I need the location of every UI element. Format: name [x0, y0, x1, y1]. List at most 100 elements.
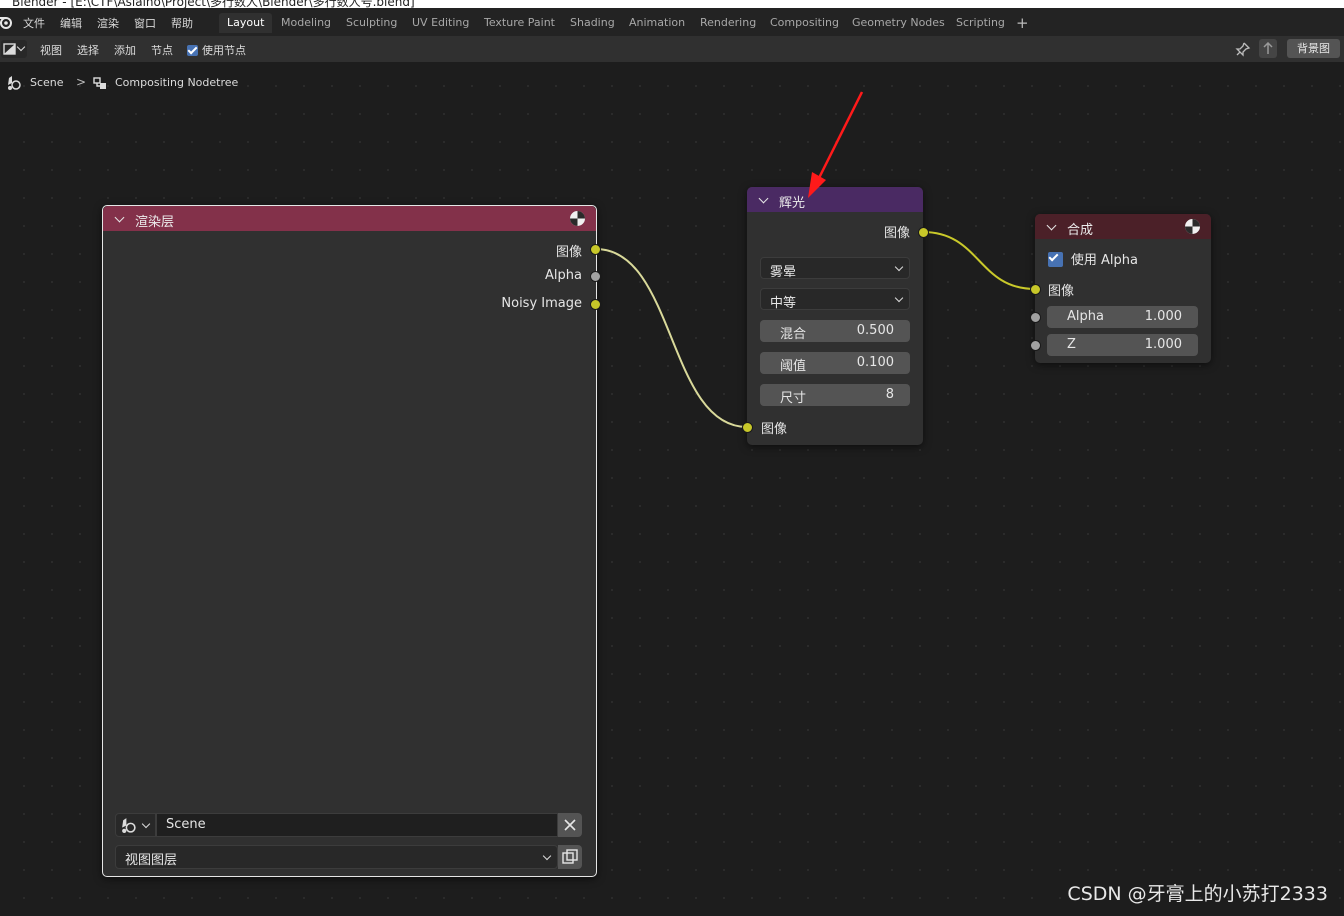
scene-selector[interactable]: Scene [115, 813, 582, 837]
use-nodes-toggle[interactable]: 使用节点 [187, 42, 246, 58]
threshold-label: 阈值 [780, 359, 807, 374]
collapse-icon[interactable] [1046, 220, 1057, 231]
tab-shading[interactable]: Shading [562, 13, 623, 33]
menu-select[interactable]: 选择 [77, 42, 99, 58]
input-image-label: 图像 [761, 422, 788, 437]
socket-glare-output-image[interactable] [918, 227, 929, 238]
z-label: Z [1067, 337, 1076, 352]
node-title: 渲染层 [135, 215, 175, 230]
node-glare[interactable]: 辉光 图像 雾晕 中等 混合 0.500 阈值 0.100 尺寸 8 图像 [747, 187, 923, 445]
tab-animation[interactable]: Animation [621, 13, 693, 33]
glare-type-value: 雾晕 [770, 265, 797, 280]
menu-help[interactable]: 帮助 [171, 15, 193, 31]
use-alpha-toggle[interactable]: 使用 Alpha [1048, 249, 1138, 268]
watermark: CSDN @牙膏上的小苏打2333 [1067, 883, 1328, 905]
menu-render[interactable]: 渲染 [97, 15, 119, 31]
node-header[interactable]: 渲染层 [103, 206, 596, 231]
render-layers-icon [562, 849, 578, 864]
chevron-down-icon [894, 293, 904, 303]
backdrop-button[interactable]: 背景图 [1287, 39, 1340, 58]
tab-sculpting[interactable]: Sculpting [338, 13, 405, 33]
tab-uv-editing[interactable]: UV Editing [404, 13, 477, 33]
tab-modeling[interactable]: Modeling [273, 13, 339, 33]
socket-composite-z[interactable] [1030, 340, 1041, 351]
output-image-label: 图像 [883, 226, 910, 241]
chevron-down-icon [16, 42, 26, 52]
socket-glare-input-image[interactable] [742, 422, 753, 433]
render-icon[interactable] [1184, 218, 1201, 235]
collapse-icon[interactable] [758, 193, 769, 204]
tab-geometry-nodes[interactable]: Geometry Nodes [844, 13, 953, 33]
glare-type-dropdown[interactable]: 雾晕 [760, 257, 910, 280]
node-header[interactable]: 合成 [1035, 214, 1211, 239]
tab-layout[interactable]: Layout [219, 13, 273, 33]
size-label: 尺寸 [780, 391, 807, 406]
menu-add[interactable]: 添加 [114, 42, 136, 58]
node-editor-icon [3, 43, 16, 55]
breadcrumb-nodetree: Compositing Nodetree [115, 76, 239, 89]
chevron-down-icon [141, 819, 151, 829]
menu-view[interactable]: 视图 [40, 42, 62, 58]
scene-icon [8, 76, 21, 90]
parent-nodetree-button[interactable] [1259, 39, 1277, 58]
nodetree-icon [93, 77, 106, 89]
socket-render-image[interactable] [590, 244, 601, 255]
socket-composite-alpha[interactable] [1030, 312, 1041, 323]
output-alpha-label: Alpha [545, 268, 582, 283]
output-noisy-image-label: Noisy Image [501, 296, 582, 311]
chevron-down-icon [542, 851, 552, 861]
arrow-up-icon [1263, 42, 1273, 54]
top-bar: 文件 编辑 渲染 窗口 帮助 Layout Modeling Sculpting… [0, 8, 1344, 36]
node-header[interactable]: 辉光 [747, 187, 923, 212]
node-editor-header: 视图 选择 添加 节点 使用节点 背景图 [0, 36, 1344, 62]
window-title: Blender - [E:\CTF\Asiaino\Project\多行数人\B… [12, 0, 415, 8]
scene-name-value: Scene [166, 817, 206, 832]
menu-window[interactable]: 窗口 [134, 15, 156, 31]
breadcrumb-separator: > [76, 75, 87, 89]
size-field[interactable]: 尺寸 8 [760, 384, 910, 406]
menu-edit[interactable]: 编辑 [60, 15, 82, 31]
threshold-value: 0.100 [856, 355, 894, 370]
collapse-icon[interactable] [114, 212, 125, 223]
alpha-value: 1.000 [1144, 309, 1182, 324]
socket-render-alpha[interactable] [590, 271, 601, 282]
breadcrumb-scene: Scene [30, 76, 64, 89]
view-layer-dropdown[interactable]: 视图图层 [115, 845, 558, 869]
alpha-label: Alpha [1067, 309, 1104, 324]
quality-value: 中等 [770, 296, 797, 311]
close-icon [564, 819, 576, 831]
node-render-layers[interactable]: 渲染层 图像 Alpha Noisy Image Scene 视图图层 [102, 205, 597, 877]
render-icon[interactable] [569, 210, 586, 227]
checkbox-checked-icon [187, 45, 198, 56]
socket-render-noisy-image[interactable] [590, 299, 601, 310]
view-layer-value: 视图图层 [125, 853, 178, 868]
use-nodes-label: 使用节点 [202, 44, 246, 57]
tab-compositing[interactable]: Compositing [762, 13, 847, 33]
z-field[interactable]: Z 1.000 [1047, 334, 1198, 356]
tab-scripting[interactable]: Scripting [948, 13, 1013, 33]
size-value: 8 [885, 387, 894, 402]
quality-dropdown[interactable]: 中等 [760, 288, 910, 311]
tab-rendering[interactable]: Rendering [692, 13, 764, 33]
unlink-scene-button[interactable] [558, 813, 582, 837]
blender-logo-icon[interactable] [0, 14, 14, 30]
z-value: 1.000 [1144, 337, 1182, 352]
input-image-label: 图像 [1048, 284, 1075, 299]
add-workspace-button[interactable]: + [1008, 13, 1037, 33]
node-title: 合成 [1067, 223, 1094, 238]
node-composite[interactable]: 合成 使用 Alpha 图像 Alpha 1.000 Z 1.000 [1035, 214, 1211, 363]
socket-composite-image[interactable] [1030, 284, 1041, 295]
menu-file[interactable]: 文件 [23, 15, 45, 31]
editor-type-selector[interactable] [1, 40, 27, 58]
alpha-field[interactable]: Alpha 1.000 [1047, 306, 1198, 328]
mix-field[interactable]: 混合 0.500 [760, 320, 910, 342]
tab-texture-paint[interactable]: Texture Paint [476, 13, 563, 33]
scene-icon [122, 818, 136, 833]
use-alpha-label: 使用 Alpha [1070, 253, 1138, 268]
menu-node[interactable]: 节点 [151, 42, 173, 58]
view-layer-render-button[interactable] [558, 845, 582, 869]
threshold-field[interactable]: 阈值 0.100 [760, 352, 910, 374]
scene-browse-button[interactable] [115, 813, 156, 837]
pin-icon[interactable] [1235, 41, 1251, 57]
scene-name-field[interactable]: Scene [156, 813, 558, 837]
